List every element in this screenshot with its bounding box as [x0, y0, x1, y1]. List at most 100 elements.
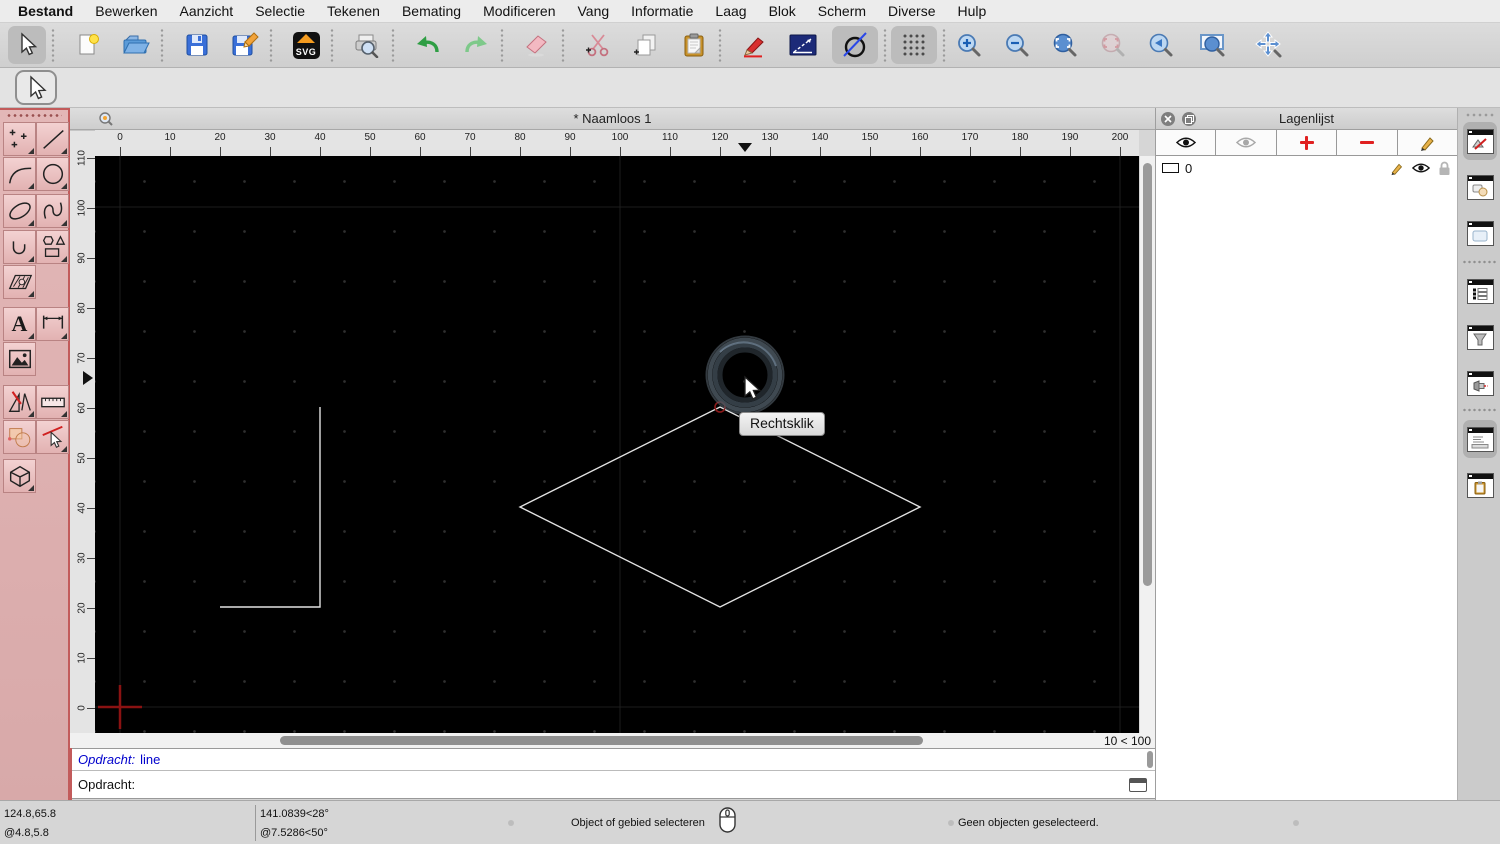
copy-button[interactable]: [627, 26, 665, 64]
dock-filter-panel-button[interactable]: [1463, 318, 1497, 356]
layer-color-swatch[interactable]: [1162, 163, 1179, 173]
menu-vang[interactable]: Vang: [566, 3, 620, 19]
zoom-in-button[interactable]: [950, 26, 988, 64]
ellipse-tool[interactable]: [3, 194, 36, 228]
paste-button[interactable]: [675, 26, 713, 64]
edit-layer-button[interactable]: [1398, 130, 1457, 155]
properties-panel-icon: [1466, 220, 1494, 246]
eraser-button[interactable]: [518, 26, 556, 64]
shapes-tool[interactable]: [36, 230, 69, 264]
menu-bestand[interactable]: Bestand: [18, 3, 84, 19]
status-polar-abs: 141.0839<28°: [260, 808, 329, 820]
open-button[interactable]: [117, 26, 155, 64]
dock-drag-handle[interactable]: [1465, 113, 1495, 117]
dock-list-panel-button[interactable]: [1463, 272, 1497, 310]
layer-edit-pencil-icon[interactable]: [1389, 161, 1404, 176]
remove-layer-button[interactable]: [1337, 130, 1398, 155]
tool-palette: A: [0, 108, 70, 800]
menu-blok[interactable]: Blok: [758, 3, 807, 19]
trim-tool[interactable]: [36, 420, 69, 454]
vruler-label: 60: [76, 402, 88, 414]
mouse-icon: [719, 807, 736, 833]
menu-diverse[interactable]: Diverse: [877, 3, 946, 19]
menu-aanzicht[interactable]: Aanzicht: [169, 3, 245, 19]
active-tool-select-button[interactable]: [15, 70, 57, 105]
command-history: Opdracht: line: [72, 748, 1155, 770]
menu-modificeren[interactable]: Modificeren: [472, 3, 566, 19]
points-tool[interactable]: [3, 122, 36, 156]
layers-panel-toolbar: [1156, 130, 1457, 156]
text-tool[interactable]: A: [3, 307, 36, 341]
zoom-out-button[interactable]: [998, 26, 1036, 64]
diamond[interactable]: [518, 406, 922, 608]
document-zoom-icon[interactable]: [98, 111, 114, 127]
dimension-tool[interactable]: [36, 307, 69, 341]
no-fill-circle-button[interactable]: [832, 26, 878, 64]
select-tool-button[interactable]: [8, 26, 46, 64]
layer-row[interactable]: 0: [1156, 156, 1457, 180]
layer-lock-icon[interactable]: [1438, 161, 1451, 176]
dock-clipboard-panel-button[interactable]: [1463, 466, 1497, 504]
cut-button[interactable]: [579, 26, 617, 64]
hide-all-layers-button[interactable]: [1216, 130, 1277, 155]
menu-scherm[interactable]: Scherm: [807, 3, 877, 19]
hook-polyline-tool[interactable]: [3, 230, 36, 264]
vertical-scrollbar[interactable]: [1139, 156, 1155, 733]
image-tool[interactable]: [3, 342, 36, 376]
menu-bemating[interactable]: Bemating: [391, 3, 472, 19]
dock-layers-panel-button[interactable]: [1463, 122, 1497, 160]
layer-visible-eye-icon[interactable]: [1412, 162, 1430, 174]
grid-toggle-button[interactable]: [891, 26, 937, 64]
circle-tool[interactable]: [36, 157, 69, 191]
save-button[interactable]: [178, 26, 216, 64]
zoom-window-button[interactable]: [1190, 26, 1236, 64]
vruler-label: 0: [76, 705, 88, 711]
horizontal-scroll-thumb[interactable]: [280, 736, 923, 745]
copy-icon: [634, 34, 656, 56]
dock-objects-panel-button[interactable]: [1463, 168, 1497, 206]
undo-button[interactable]: [409, 26, 447, 64]
save-as-button[interactable]: [226, 26, 264, 64]
hatch-tool[interactable]: [3, 265, 36, 299]
add-layer-button[interactable]: [1277, 130, 1338, 155]
menu-laag[interactable]: Laag: [704, 3, 757, 19]
layers-panel-titlebar: Lagenlijst: [1156, 108, 1457, 130]
horizontal-scrollbar[interactable]: [70, 733, 1096, 748]
dock-light-panel-button[interactable]: [1463, 364, 1497, 402]
new-document-button[interactable]: [69, 26, 107, 64]
palette-drag-handle[interactable]: [6, 113, 62, 118]
box-3d-tool[interactable]: [3, 459, 36, 493]
svg-export-button[interactable]: SVG: [287, 26, 325, 64]
dock-command-panel-button[interactable]: [1463, 420, 1497, 458]
l-shape[interactable]: [220, 407, 321, 608]
menu-bewerken[interactable]: Bewerken: [84, 3, 168, 19]
drawing-canvas[interactable]: Rechtsklik: [95, 156, 1139, 733]
zoom-previous-button[interactable]: [1142, 26, 1180, 64]
show-all-layers-button[interactable]: [1156, 130, 1217, 155]
menu-selectie[interactable]: Selectie: [244, 3, 316, 19]
menu-hulp[interactable]: Hulp: [947, 3, 998, 19]
print-preview-button[interactable]: [348, 26, 386, 64]
zoom-in-icon: [958, 34, 981, 57]
draw-line-button[interactable]: [736, 26, 774, 64]
spline-tool[interactable]: [36, 194, 69, 228]
drafting-tools[interactable]: [3, 385, 36, 419]
line-tool[interactable]: [36, 122, 69, 156]
vertical-scroll-thumb[interactable]: [1143, 163, 1152, 586]
dock-properties-panel-button[interactable]: [1463, 214, 1497, 252]
ruler-tool[interactable]: [36, 385, 69, 419]
zoom-indicator: 10 < 100: [1103, 733, 1151, 748]
command-window-icon[interactable]: [1129, 777, 1147, 792]
zoom-fit-button[interactable]: [1046, 26, 1084, 64]
dimension-style-button[interactable]: [784, 26, 822, 64]
zoom-selection-button[interactable]: [1094, 26, 1132, 64]
menu-tekenen[interactable]: Tekenen: [316, 3, 391, 19]
pan-button[interactable]: [1246, 26, 1292, 64]
command-input[interactable]: [135, 774, 1129, 795]
history-scroll-thumb[interactable]: [1147, 751, 1153, 768]
menu-informatie[interactable]: Informatie: [620, 3, 704, 19]
modify-shapes-tool[interactable]: [3, 420, 36, 454]
redo-button[interactable]: [457, 26, 495, 64]
arc-tool[interactable]: [3, 157, 36, 191]
print-preview-icon: [355, 34, 379, 58]
